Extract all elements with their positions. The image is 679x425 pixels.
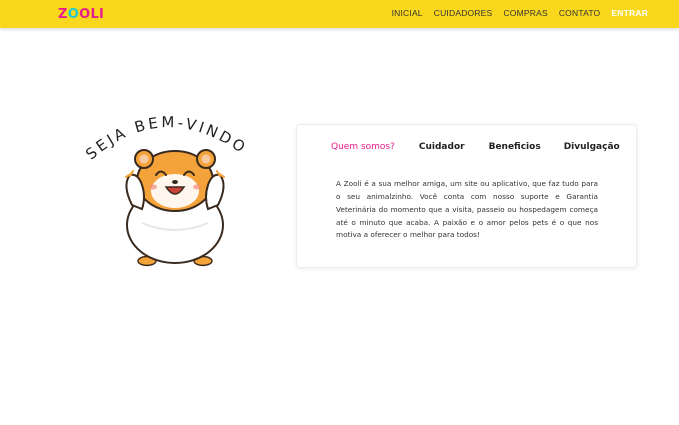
logo-letter-z: Z	[58, 6, 68, 22]
nav-link-entrar[interactable]: ENTRAR	[611, 8, 648, 18]
welcome-illustration: SEJA BEM-VINDO	[70, 105, 270, 275]
logo-letter-i: I	[99, 6, 105, 22]
nav-link-cuidadores[interactable]: CUIDADORES	[434, 8, 493, 18]
info-card: Quem somos? Cuidador Beneficios Divulgaç…	[296, 124, 637, 268]
top-navbar: Z O O L I INICIAL CUIDADORES COMPRAS CON…	[0, 0, 679, 28]
tab-quem-somos[interactable]: Quem somos?	[331, 142, 395, 152]
logo-letter-o1: O	[67, 6, 80, 22]
tab-beneficios[interactable]: Beneficios	[489, 142, 541, 152]
welcome-svg: SEJA BEM-VINDO	[82, 113, 248, 267]
tab-divulgacao[interactable]: Divulgação	[564, 142, 620, 152]
nav-link-compras[interactable]: COMPRAS	[503, 8, 547, 18]
nav-links: INICIAL CUIDADORES COMPRAS CONTATO ENTRA…	[392, 8, 648, 18]
nav-link-inicial[interactable]: INICIAL	[392, 8, 423, 18]
tab-content-text: A Zooli é a sua melhor amiga, um site ou…	[336, 179, 598, 240]
nav-link-contato[interactable]: CONTATO	[559, 8, 601, 18]
zooli-logo[interactable]: Z O O L I	[58, 5, 104, 23]
logo-letter-l: L	[90, 6, 100, 22]
logo-letter-o2: O	[79, 6, 91, 22]
tab-cuidador[interactable]: Cuidador	[419, 142, 465, 152]
info-tabs: Quem somos? Cuidador Beneficios Divulgaç…	[331, 142, 620, 152]
hamster-mascot-icon	[125, 149, 225, 267]
